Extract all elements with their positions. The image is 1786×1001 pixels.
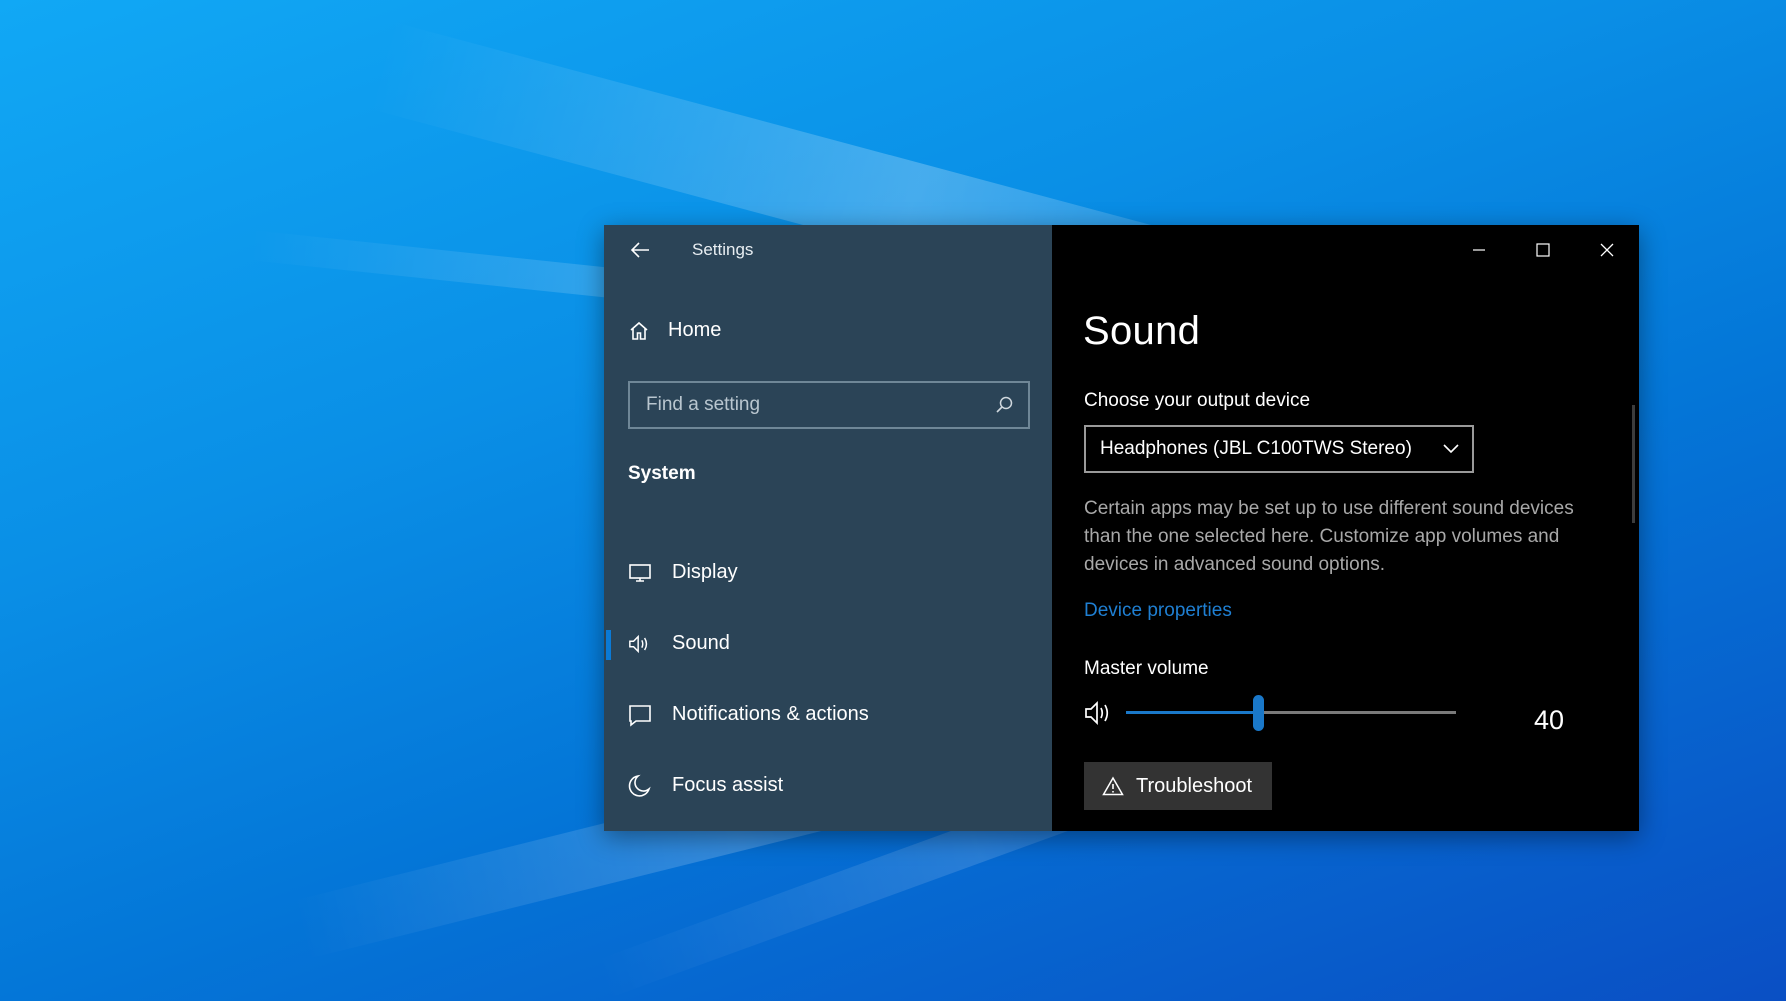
moon-icon	[628, 774, 652, 798]
master-volume-label: Master volume	[1084, 658, 1209, 679]
search-input[interactable]	[646, 394, 994, 416]
output-device-select[interactable]: Headphones (JBL C100TWS Stereo)	[1084, 425, 1474, 473]
close-button[interactable]	[1575, 225, 1639, 275]
home-label: Home	[668, 319, 722, 341]
settings-window: Settings Home System	[604, 225, 1639, 831]
search-box	[628, 381, 1030, 429]
device-properties-link[interactable]: Device properties	[1084, 600, 1232, 622]
volume-icon[interactable]	[1084, 699, 1114, 727]
chevron-down-icon	[1443, 444, 1459, 454]
sidebar: Settings Home System	[604, 225, 1052, 831]
home-icon	[630, 321, 648, 340]
sidebar-item-label: Notifications & actions	[672, 703, 869, 725]
output-device-value: Headphones (JBL C100TWS Stereo)	[1100, 438, 1412, 459]
troubleshoot-label: Troubleshoot	[1136, 774, 1252, 797]
sidebar-item-label: Sound	[672, 632, 730, 654]
sidebar-item-notifications[interactable]: Notifications & actions	[604, 679, 1052, 750]
close-icon	[1600, 243, 1614, 257]
speaker-icon	[628, 632, 652, 656]
warning-icon	[1102, 776, 1124, 796]
slider-fill	[1126, 711, 1258, 714]
sidebar-item-label: Display	[672, 561, 738, 583]
window-controls	[1447, 225, 1639, 275]
scrollbar[interactable]	[1632, 405, 1635, 523]
window-title: Settings	[692, 240, 754, 259]
titlebar: Settings	[604, 225, 1052, 275]
nav-list: Display Sound Notifications & actions Fo…	[604, 537, 1052, 821]
sidebar-item-label: Focus assist	[672, 774, 784, 796]
page-title: Sound	[1083, 309, 1201, 353]
output-device-label: Choose your output device	[1084, 390, 1311, 411]
content-pane: Sound Choose your output device Headphon…	[1052, 225, 1639, 831]
display-icon	[628, 561, 652, 585]
sidebar-item-sound[interactable]: Sound	[604, 608, 1052, 679]
maximize-button[interactable]	[1511, 225, 1575, 275]
sidebar-item-display[interactable]: Display	[604, 537, 1052, 608]
back-arrow-icon	[630, 242, 649, 258]
sidebar-item-focus-assist[interactable]: Focus assist	[604, 750, 1052, 821]
home-link[interactable]: Home	[628, 319, 721, 342]
output-description: Certain apps may be set up to use differ…	[1084, 498, 1574, 575]
volume-row	[1084, 695, 1564, 731]
notifications-icon	[628, 703, 652, 727]
troubleshoot-button[interactable]: Troubleshoot	[1084, 762, 1272, 810]
section-title-system: System	[628, 463, 696, 484]
slider-thumb[interactable]	[1253, 695, 1264, 731]
minimize-icon	[1473, 249, 1485, 251]
maximize-icon	[1536, 243, 1550, 257]
volume-value: 40	[1534, 705, 1565, 735]
search-icon[interactable]	[994, 395, 1014, 415]
master-volume-slider[interactable]	[1126, 695, 1456, 731]
minimize-button[interactable]	[1447, 225, 1511, 275]
back-button[interactable]	[626, 236, 654, 264]
